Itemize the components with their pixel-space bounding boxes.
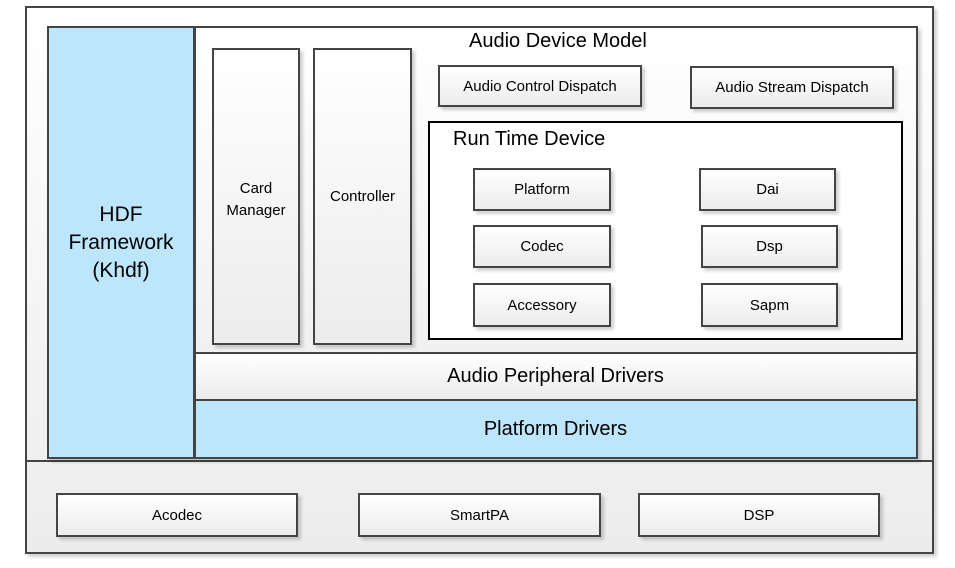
- audio-stream-dispatch-block[interactable]: Audio Stream Dispatch: [690, 66, 894, 109]
- codec-label: Codec: [520, 238, 564, 255]
- dai-component[interactable]: Dai: [699, 168, 836, 211]
- audio-stream-dispatch-label: Audio Stream Dispatch: [715, 79, 869, 96]
- acodec-block[interactable]: Acodec: [56, 493, 298, 537]
- smartpa-block[interactable]: SmartPA: [358, 493, 601, 537]
- platform-label: Platform: [514, 181, 570, 198]
- card-manager-block[interactable]: Card Manager: [212, 48, 300, 345]
- dsp-hardware-label: DSP: [743, 506, 775, 524]
- hdf-framework-block[interactable]: HDF Framework (Khdf): [49, 28, 195, 457]
- hdf-label-3: (Khdf): [92, 258, 150, 282]
- smartpa-label: SmartPA: [450, 506, 509, 524]
- platform-drivers-block[interactable]: Platform Drivers: [195, 401, 916, 457]
- controller-label: Controller: [329, 188, 396, 205]
- codec-component[interactable]: Codec: [473, 225, 611, 268]
- dsp-label: Dsp: [756, 238, 783, 255]
- dai-label: Dai: [756, 181, 779, 198]
- controller-block[interactable]: Controller: [313, 48, 412, 345]
- audio-control-dispatch-label: Audio Control Dispatch: [463, 77, 617, 95]
- sapm-label: Sapm: [749, 296, 790, 314]
- run-time-device-title: Run Time Device: [453, 128, 606, 150]
- acodec-label: Acodec: [151, 506, 203, 524]
- audio-peripheral-drivers-label: Audio Peripheral Drivers: [447, 365, 664, 387]
- platform-drivers-label: Platform Drivers: [483, 417, 628, 440]
- card-manager-label-1: Card: [239, 180, 273, 197]
- hdf-label-2: Framework: [68, 230, 174, 254]
- audio-control-dispatch-block[interactable]: Audio Control Dispatch: [438, 65, 642, 107]
- accessory-component[interactable]: Accessory: [473, 283, 611, 327]
- hardware-divider: [25, 460, 934, 462]
- platform-component[interactable]: Platform: [473, 168, 611, 211]
- accessory-label: Accessory: [507, 296, 577, 314]
- framework-divider: [194, 28, 196, 457]
- sapm-component[interactable]: Sapm: [701, 283, 838, 327]
- audio-device-model-title: Audio Device Model: [469, 30, 647, 52]
- audio-peripheral-drivers-block[interactable]: Audio Peripheral Drivers: [195, 352, 916, 401]
- dsp-hardware-block[interactable]: DSP: [638, 493, 880, 537]
- hdf-label-1: HDF: [99, 202, 143, 226]
- dsp-component[interactable]: Dsp: [701, 225, 838, 268]
- card-manager-label-2: Manager: [226, 202, 286, 219]
